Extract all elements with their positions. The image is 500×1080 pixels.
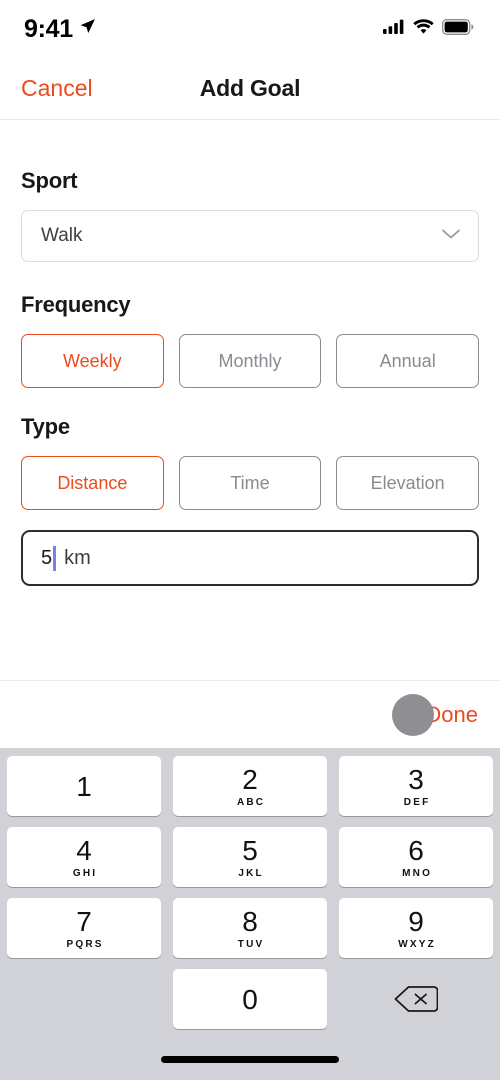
key-digit: 5 xyxy=(242,835,258,866)
key-8[interactable]: 8 TUV xyxy=(173,898,327,958)
key-9[interactable]: 9 WXYZ xyxy=(339,898,493,958)
key-letters: DEF xyxy=(403,797,431,808)
key-letters: TUV xyxy=(237,939,265,950)
sport-select[interactable]: Walk xyxy=(21,210,479,262)
key-digit: 6 xyxy=(408,835,424,866)
status-time: 9:41 xyxy=(24,14,73,43)
frequency-label: Frequency xyxy=(21,292,131,317)
key-delete[interactable] xyxy=(339,969,493,1029)
delete-backspace-icon xyxy=(394,983,439,1018)
key-2[interactable]: 2 ABC xyxy=(173,756,327,816)
numeric-keyboard: 1 2 ABC 3 DEF 4 GHI 5 JKL 6 MNO 7 PQRS 8… xyxy=(0,748,500,1038)
frequency-options: Weekly Monthly Annual xyxy=(21,334,480,388)
key-4[interactable]: 4 GHI xyxy=(7,827,161,887)
wifi-icon xyxy=(413,19,434,39)
location-arrow-icon xyxy=(79,18,96,40)
key-letters: MNO xyxy=(402,868,433,879)
key-letters: GHI xyxy=(72,868,98,879)
home-indicator-area xyxy=(0,1038,500,1080)
key-digit: 3 xyxy=(408,764,424,795)
cancel-button[interactable]: Cancel xyxy=(21,75,93,102)
sport-select-value: Walk xyxy=(41,225,83,246)
type-label: Type xyxy=(21,414,70,439)
navigation-bar: Cancel Add Goal xyxy=(0,58,500,120)
key-7[interactable]: 7 PQRS xyxy=(7,898,161,958)
key-digit: 9 xyxy=(408,906,424,937)
form-content: Sport Walk Frequency Weekly Monthly Annu… xyxy=(0,120,500,680)
key-0[interactable]: 0 xyxy=(173,969,327,1029)
keyboard-accessory-bar: Done xyxy=(0,680,500,748)
battery-full-icon xyxy=(442,18,474,40)
key-letters: ABC xyxy=(236,797,266,808)
touch-indicator xyxy=(392,694,434,736)
sport-label: Sport xyxy=(21,168,78,193)
key-letters: JKL xyxy=(238,868,264,879)
type-option-distance[interactable]: Distance xyxy=(21,456,164,510)
status-bar-right xyxy=(383,18,474,40)
frequency-option-weekly[interactable]: Weekly xyxy=(21,334,164,388)
home-indicator[interactable] xyxy=(161,1055,339,1063)
key-digit: 1 xyxy=(76,771,92,802)
keyboard-row: 0 xyxy=(7,969,493,1029)
frequency-option-monthly[interactable]: Monthly xyxy=(178,334,322,388)
goal-amount-input[interactable]: 5 km xyxy=(21,530,479,586)
keyboard-row: 4 GHI 5 JKL 6 MNO xyxy=(7,827,493,887)
frequency-option-annual[interactable]: Annual xyxy=(336,334,480,388)
phone-screen: 9:41 Cancel Add Goal Sport Walk Frequenc… xyxy=(0,0,500,1080)
key-digit: 8 xyxy=(242,906,258,937)
key-6[interactable]: 6 MNO xyxy=(339,827,493,887)
key-5[interactable]: 5 JKL xyxy=(173,827,327,887)
text-cursor xyxy=(53,545,57,571)
type-options: Distance Time Elevation xyxy=(21,456,480,510)
key-3[interactable]: 3 DEF xyxy=(339,756,493,816)
key-digit: 4 xyxy=(76,835,92,866)
keyboard-row: 1 2 ABC 3 DEF xyxy=(7,756,493,816)
key-1[interactable]: 1 xyxy=(7,756,161,816)
type-option-elevation[interactable]: Elevation xyxy=(336,456,480,510)
status-bar-left: 9:41 xyxy=(24,15,96,44)
keyboard-row: 7 PQRS 8 TUV 9 WXYZ xyxy=(7,898,493,958)
type-option-time[interactable]: Time xyxy=(178,456,322,510)
cellular-signal-icon xyxy=(383,19,405,39)
status-bar: 9:41 xyxy=(0,0,500,58)
key-letters: PQRS xyxy=(66,939,104,950)
key-digit: 0 xyxy=(242,984,258,1015)
chevron-down-icon xyxy=(441,227,461,245)
key-digit: 2 xyxy=(242,764,258,795)
key-letters: WXYZ xyxy=(398,939,436,950)
key-spacer xyxy=(7,969,161,1029)
key-digit: 7 xyxy=(76,906,92,937)
goal-amount-unit: km xyxy=(64,546,91,569)
goal-amount-value: 5 xyxy=(41,546,53,569)
